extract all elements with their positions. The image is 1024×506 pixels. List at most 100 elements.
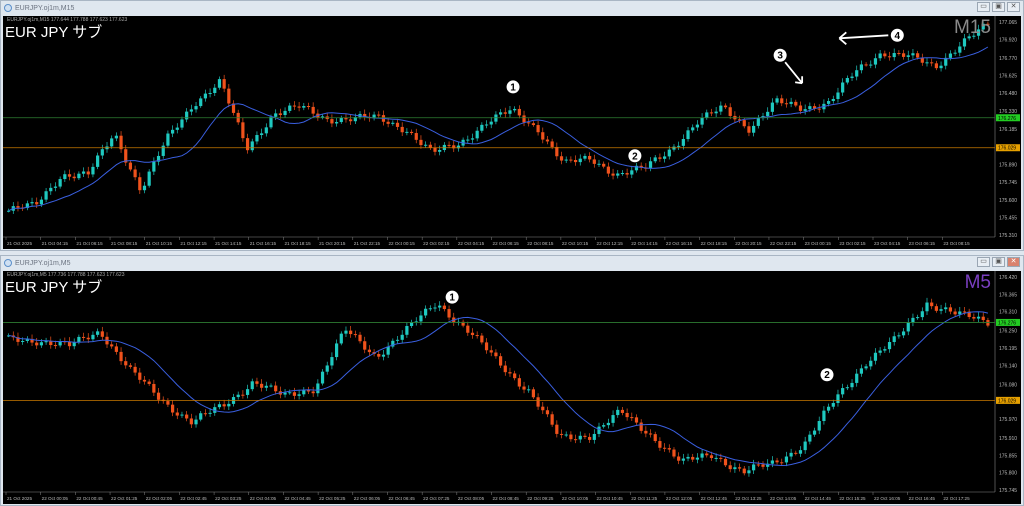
candle-body [737,467,742,469]
price-tick-label: 176.920 [999,38,1017,44]
candle-body [494,352,498,357]
candle-body [559,433,564,435]
time-tick-label: 22 Oct 06:05 [354,496,381,501]
candle-body [845,78,849,83]
candle-body [213,87,217,93]
time-tick-label: 22 Oct 02:45 [180,496,207,501]
candle-body [517,378,521,387]
candle-body [564,159,568,161]
candle-body [784,456,789,463]
time-tick-label: 22 Oct 03:25 [215,496,242,501]
candle-body [625,412,629,418]
candle-body [583,155,587,159]
candle-body [663,156,667,159]
candle-body [138,372,142,380]
chart-window-m5[interactable]: EURJPY.oj1m,M5 ▭ ▣ ✕ 176.420 176.365 176.310… [0,255,1024,506]
candle-body [7,210,11,212]
candle-body [110,138,114,147]
green-price-label: 176.276 [998,320,1016,326]
candle-body [91,334,95,340]
candle-body [723,458,728,466]
candle-body [812,430,817,435]
time-tick-label: 21 Oct 16:15 [250,241,277,246]
candle-body [297,394,301,396]
close-button[interactable]: ✕ [1007,257,1020,267]
candle-body [316,383,320,394]
timeframe-label: M5 [964,272,991,293]
candle-body [424,308,428,316]
candle-body [728,107,732,116]
candle-body [709,455,714,459]
candle-body [545,410,550,415]
price-tick-label: 175.890 [999,163,1017,169]
candle-body [274,385,278,392]
candle-body [344,117,348,120]
time-tick-label: 22 Oct 05:25 [319,496,346,501]
minimize-button[interactable]: ▭ [977,257,990,267]
candle-body [873,352,878,361]
time-tick-label: 22 Oct 04:15 [458,241,485,246]
candle-body [925,302,929,312]
annotation-number: 3 [777,51,783,62]
candle-body [100,149,104,156]
window-titlebar[interactable]: EURJPY.oj1m,M15 [1,1,1023,15]
chart-window-m15[interactable]: EURJPY.oj1m,M15 ▭ ▣ ✕ 177.065 176.920 176.77… [0,0,1024,251]
candle-body [236,394,240,398]
candle-body [311,106,315,114]
time-tick-label: 21 Oct 2025 [7,496,32,501]
chart-window-icon [4,4,12,12]
candle-body [906,322,910,332]
candle-body [653,434,657,442]
candle-body [241,394,245,396]
time-tick-label: 22 Oct 16:45 [909,496,936,501]
candle-body [199,413,203,420]
restore-button[interactable]: ▣ [992,2,1005,12]
price-tick-label: 177.065 [999,20,1017,26]
candle-body [962,38,967,47]
candle-body [887,342,892,350]
window-title: EURJPY.oj1m,M15 [15,4,75,12]
candle-body [850,382,854,388]
candle-body [808,434,812,442]
candle-body [841,388,845,395]
candle-body [395,122,400,127]
price-chart-m5[interactable]: 176.420 176.365 176.310 176.250 176.195 176.1… [3,271,1021,504]
candle-body [405,326,409,335]
price-tick-label: 175.910 [999,436,1017,442]
candle-body [869,64,873,66]
candle-body [976,316,981,319]
candle-body [110,344,114,347]
time-tick-label: 22 Oct 02:15 [423,241,450,246]
restore-button[interactable]: ▣ [992,257,1005,267]
candle-body [747,470,751,474]
time-tick-label: 22 Oct 12:15 [597,241,624,246]
window-titlebar[interactable]: EURJPY.oj1m,M5 [1,256,1023,270]
candle-body [573,159,578,163]
candle-body [86,171,90,175]
time-tick-label: 22 Oct 06:45 [388,496,415,501]
minimize-button[interactable]: ▭ [977,2,990,12]
time-tick-label: 22 Oct 06:15 [493,241,520,246]
candle-body [789,452,793,457]
candle-body [503,112,507,114]
candle-body [686,130,690,140]
time-tick-label: 22 Oct 08:05 [458,496,485,501]
price-tick-label: 175.855 [999,453,1017,459]
candle-body [447,309,451,318]
close-button[interactable]: ✕ [1007,2,1020,12]
time-tick-label: 22 Oct 04:45 [284,496,311,501]
candle-body [948,307,953,312]
candle-body [789,101,793,104]
price-chart-m15[interactable]: 177.065 176.920 176.770 176.625 176.480 176.3… [3,16,1021,249]
candle-body [962,311,967,313]
time-tick-label: 22 Oct 14:15 [631,241,658,246]
candle-body [522,386,526,390]
candle-body [349,119,353,122]
candle-body [827,406,831,411]
candle-body [742,468,746,474]
candle-body [513,108,517,111]
candle-body [138,177,142,191]
candle-body [30,202,34,204]
candle-body [203,93,207,99]
time-tick-label: 22 Oct 13:25 [735,496,762,501]
